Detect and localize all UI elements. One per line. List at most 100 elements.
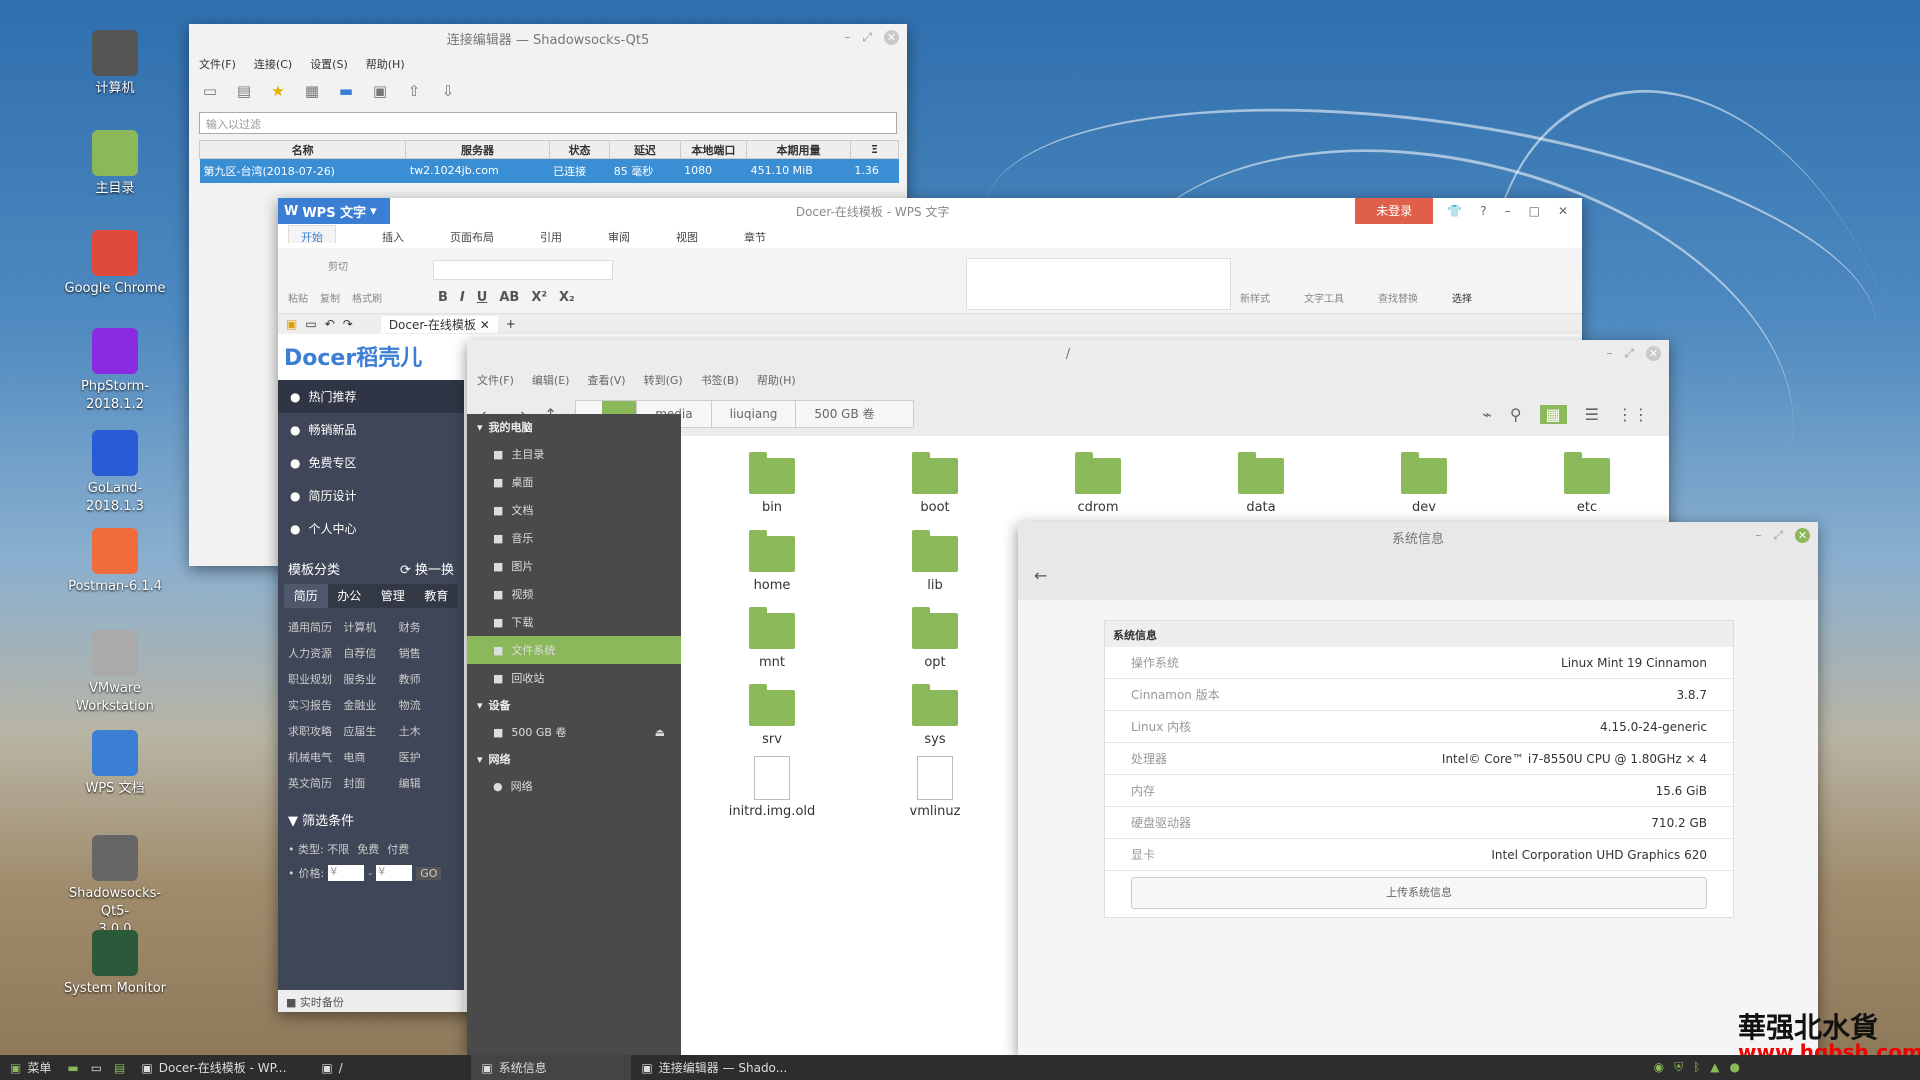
docer-nav-item[interactable]: ● 简历设计 xyxy=(278,479,464,512)
list-view-icon[interactable]: ☰ xyxy=(1585,405,1599,424)
doc-tab[interactable]: Docer-在线模板 ✕ xyxy=(380,315,498,333)
new-style-button[interactable]: 新样式 xyxy=(1240,290,1270,305)
column-header[interactable]: 状态 xyxy=(548,140,611,159)
menu-item[interactable]: 帮助(H) xyxy=(366,56,405,72)
folder-icon[interactable]: ▤ xyxy=(233,80,255,102)
category-link[interactable]: 医护 xyxy=(399,749,454,765)
folder-item[interactable]: boot xyxy=(890,452,980,515)
si-titlebar[interactable]: 系统信息 – ⤢ ✕ xyxy=(1018,522,1818,552)
terminal-icon[interactable]: ▭ xyxy=(85,1061,108,1075)
category-link[interactable]: 人力资源 xyxy=(288,645,343,661)
category-link[interactable]: 教师 xyxy=(399,671,454,687)
desktop-icon[interactable]: System Monitor xyxy=(60,930,170,998)
folder-item[interactable]: srv xyxy=(727,684,817,747)
folder-item[interactable]: mnt xyxy=(727,607,817,670)
folder-item[interactable]: dev xyxy=(1379,452,1469,515)
minimize-icon[interactable]: – xyxy=(1606,346,1612,361)
sidebar-item[interactable]: ■ 文档 xyxy=(467,496,681,524)
menu-item[interactable]: 查看(V) xyxy=(587,372,625,388)
ribbon-tab[interactable]: 页面布局 xyxy=(450,229,494,244)
share-icon[interactable]: ▣ xyxy=(369,80,391,102)
shield-icon[interactable]: ⛨ xyxy=(1674,1060,1683,1075)
maximize-icon[interactable]: ⤢ xyxy=(862,30,872,45)
column-header[interactable]: 延迟 xyxy=(609,140,681,159)
sidebar-item[interactable]: ■ 文件系统 xyxy=(467,636,681,664)
price-max-input[interactable]: ¥ xyxy=(376,865,413,881)
folder-item[interactable]: data xyxy=(1216,452,1306,515)
taskbar-window[interactable]: ▣ / xyxy=(311,1055,471,1080)
minimize-icon[interactable]: – xyxy=(844,30,850,45)
sidebar-item[interactable]: ■ 下载 xyxy=(467,608,681,636)
minus-icon[interactable]: ▬ xyxy=(335,80,357,102)
ribbon-tab[interactable]: 视图 xyxy=(676,229,698,244)
files-icon[interactable]: ▤ xyxy=(108,1061,131,1075)
menu-item[interactable]: 文件(F) xyxy=(477,372,514,388)
folder-item[interactable]: lib xyxy=(890,530,980,593)
sidebar-section-devices[interactable]: ▾ 设备 xyxy=(467,692,681,718)
ribbon-tab[interactable]: 插入 xyxy=(382,229,404,244)
icon-view-icon[interactable]: ▦ xyxy=(1539,404,1567,424)
menu-item[interactable]: 编辑(E) xyxy=(532,372,570,388)
close-icon[interactable]: ✕ xyxy=(1558,204,1568,218)
bluetooth-icon[interactable]: ᛒ xyxy=(1693,1060,1700,1075)
format-painter-button[interactable]: 格式刷 xyxy=(352,290,382,305)
category-link[interactable]: 应届生 xyxy=(343,723,398,739)
connect-icon[interactable]: ▭ xyxy=(199,80,221,102)
close-icon[interactable]: ✕ xyxy=(1795,528,1810,543)
docer-nav-item[interactable]: ● 个人中心 xyxy=(278,512,464,545)
text-tool-button[interactable]: 文字工具 xyxy=(1304,290,1344,305)
column-header[interactable]: 名称 xyxy=(198,140,407,159)
type-option[interactable]: 付费 xyxy=(387,843,409,856)
sidebar-item[interactable]: ■ 回收站 xyxy=(467,664,681,692)
ribbon-tab[interactable]: 审阅 xyxy=(608,229,630,244)
category-link[interactable]: 金融业 xyxy=(343,697,398,713)
paste-button[interactable]: 粘贴 xyxy=(288,290,308,305)
column-header[interactable]: 服务器 xyxy=(405,140,550,159)
terminal-icon[interactable]: ⌁ xyxy=(1482,405,1492,424)
italic-icon[interactable]: I xyxy=(460,290,465,305)
category-link[interactable]: 求职攻略 xyxy=(288,723,343,739)
table-row[interactable]: 第九区-台湾(2018-07-26) tw2.1024jb.com 已连接 85 毫秒… xyxy=(199,158,899,183)
docer-nav-item[interactable]: ● 免费专区 xyxy=(278,446,464,479)
sidebar-item-volume[interactable]: ■ 500 GB 卷 ⏏ xyxy=(467,718,681,746)
copy-button[interactable]: 复制 xyxy=(320,290,340,305)
ss-filter-input[interactable]: 输入以过滤 xyxy=(199,112,897,134)
taskbar-window[interactable]: ▣ 连接编辑器 — Shado... xyxy=(631,1055,811,1080)
folder-item[interactable]: etc xyxy=(1542,452,1632,515)
category-link[interactable]: 服务业 xyxy=(343,671,398,687)
maximize-icon[interactable]: ⤢ xyxy=(1624,346,1634,361)
ss-titlebar[interactable]: 连接编辑器 — Shadowsocks-Qt5 – ⤢ ✕ xyxy=(189,24,907,52)
sidebar-section-my-pc[interactable]: ▾ 我的电脑 xyxy=(467,414,681,440)
folder-item[interactable]: opt xyxy=(890,607,980,670)
maximize-icon[interactable]: □ xyxy=(1529,204,1540,218)
desktop-icon[interactable]: PhpStorm- 2018.1.2 xyxy=(60,328,170,414)
desktop-icon[interactable]: GoLand-2018.1.3 xyxy=(60,430,170,516)
desktop-icon[interactable]: Google Chrome xyxy=(60,230,170,298)
subscript-icon[interactable]: X₂ xyxy=(559,290,575,305)
folder-item[interactable]: bin xyxy=(727,452,817,515)
category-link[interactable]: 编辑 xyxy=(399,775,454,791)
show-desktop-icon[interactable]: ▬ xyxy=(61,1061,84,1075)
breadcrumb-item[interactable]: liuqiang xyxy=(710,401,796,427)
category-link[interactable]: 封面 xyxy=(343,775,398,791)
column-header[interactable]: Ξ xyxy=(849,140,900,159)
wps-app-menu[interactable]: W WPS 文字 ▾ xyxy=(278,198,390,224)
ribbon-tab[interactable]: 开始 xyxy=(288,225,336,244)
category-link[interactable]: 实习报告 xyxy=(288,697,343,713)
select-button[interactable]: 选择 xyxy=(1452,290,1472,305)
back-icon[interactable]: ← xyxy=(1018,552,1818,600)
sidebar-item[interactable]: ■ 桌面 xyxy=(467,468,681,496)
close-icon[interactable]: ✕ xyxy=(1646,346,1661,361)
desktop-icon[interactable]: 计算机 xyxy=(60,30,170,98)
file-item[interactable]: vmlinuz xyxy=(890,756,980,819)
folder-item[interactable]: home xyxy=(727,530,817,593)
menu-item[interactable]: 帮助(H) xyxy=(757,372,796,388)
category-tab[interactable]: 管理 xyxy=(371,584,415,608)
ribbon-tab[interactable]: 章节 xyxy=(744,229,766,244)
menu-item[interactable]: 书签(B) xyxy=(701,372,739,388)
switch-button[interactable]: ⟳ 换一换 xyxy=(400,559,454,578)
type-option[interactable]: 不限 xyxy=(327,843,349,856)
category-link[interactable]: 电商 xyxy=(343,749,398,765)
category-tab[interactable]: 办公 xyxy=(328,584,372,608)
sidebar-item[interactable]: ■ 主目录 xyxy=(467,440,681,468)
